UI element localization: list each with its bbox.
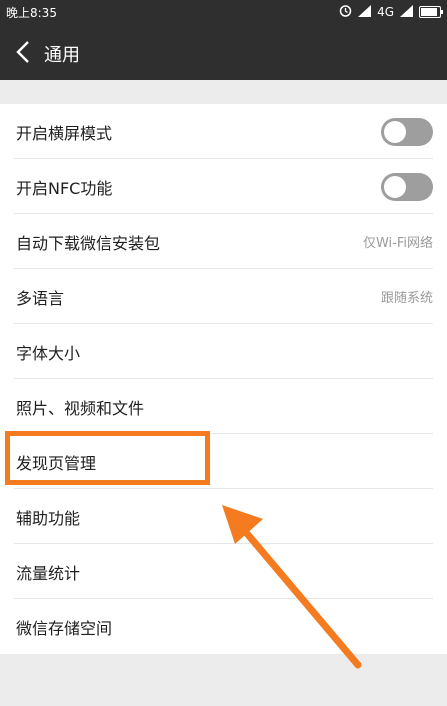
app-bar: 通用 [0,24,447,80]
setting-value: 仅Wi-Fi网络 [362,236,433,251]
setting-media-files[interactable]: 照片、视频和文件 [0,379,447,434]
chevron-left-icon [16,41,29,63]
signal-icon-2 [400,4,413,20]
setting-label: 流量统计 [16,563,81,583]
setting-font-size[interactable]: 字体大小 [0,324,447,379]
back-button[interactable] [14,36,38,68]
landscape-toggle[interactable] [381,117,433,146]
setting-landscape-mode[interactable]: 开启横屏模式 [0,104,447,159]
status-time: 晚上8:35 [6,6,57,20]
setting-language[interactable]: 多语言 跟随系统 [0,269,447,324]
battery-icon [419,6,443,18]
highlight-box [5,431,210,485]
status-bar: 晚上8:35 4G [0,0,447,24]
setting-label: 多语言 [16,288,65,308]
setting-label: 辅助功能 [16,508,81,528]
setting-label: 自动下载微信安装包 [16,233,161,253]
setting-label: 字体大小 [16,343,81,363]
status-icons: 4G [339,4,443,20]
setting-label: 开启NFC功能 [16,178,113,198]
setting-storage[interactable]: 微信存储空间 [0,599,447,654]
page-title: 通用 [44,45,80,66]
network-type: 4G [377,5,394,19]
setting-accessibility[interactable]: 辅助功能 [0,489,447,544]
toggle-knob [384,120,406,143]
alarm-icon [339,4,352,20]
setting-auto-download[interactable]: 自动下载微信安装包 仅Wi-Fi网络 [0,214,447,269]
settings-list: 开启横屏模式 开启NFC功能 自动下载微信安装包 仅Wi-Fi网络 多语言 跟随… [0,104,447,654]
signal-icon [358,4,372,20]
nfc-toggle[interactable] [381,172,433,201]
toggle-knob [384,175,406,198]
setting-label: 开启横屏模式 [16,123,113,143]
setting-nfc[interactable]: 开启NFC功能 [0,159,447,214]
setting-value: 跟随系统 [380,291,433,306]
setting-label: 微信存储空间 [16,618,113,638]
setting-label: 照片、视频和文件 [16,398,145,418]
setting-data-usage[interactable]: 流量统计 [0,544,447,599]
